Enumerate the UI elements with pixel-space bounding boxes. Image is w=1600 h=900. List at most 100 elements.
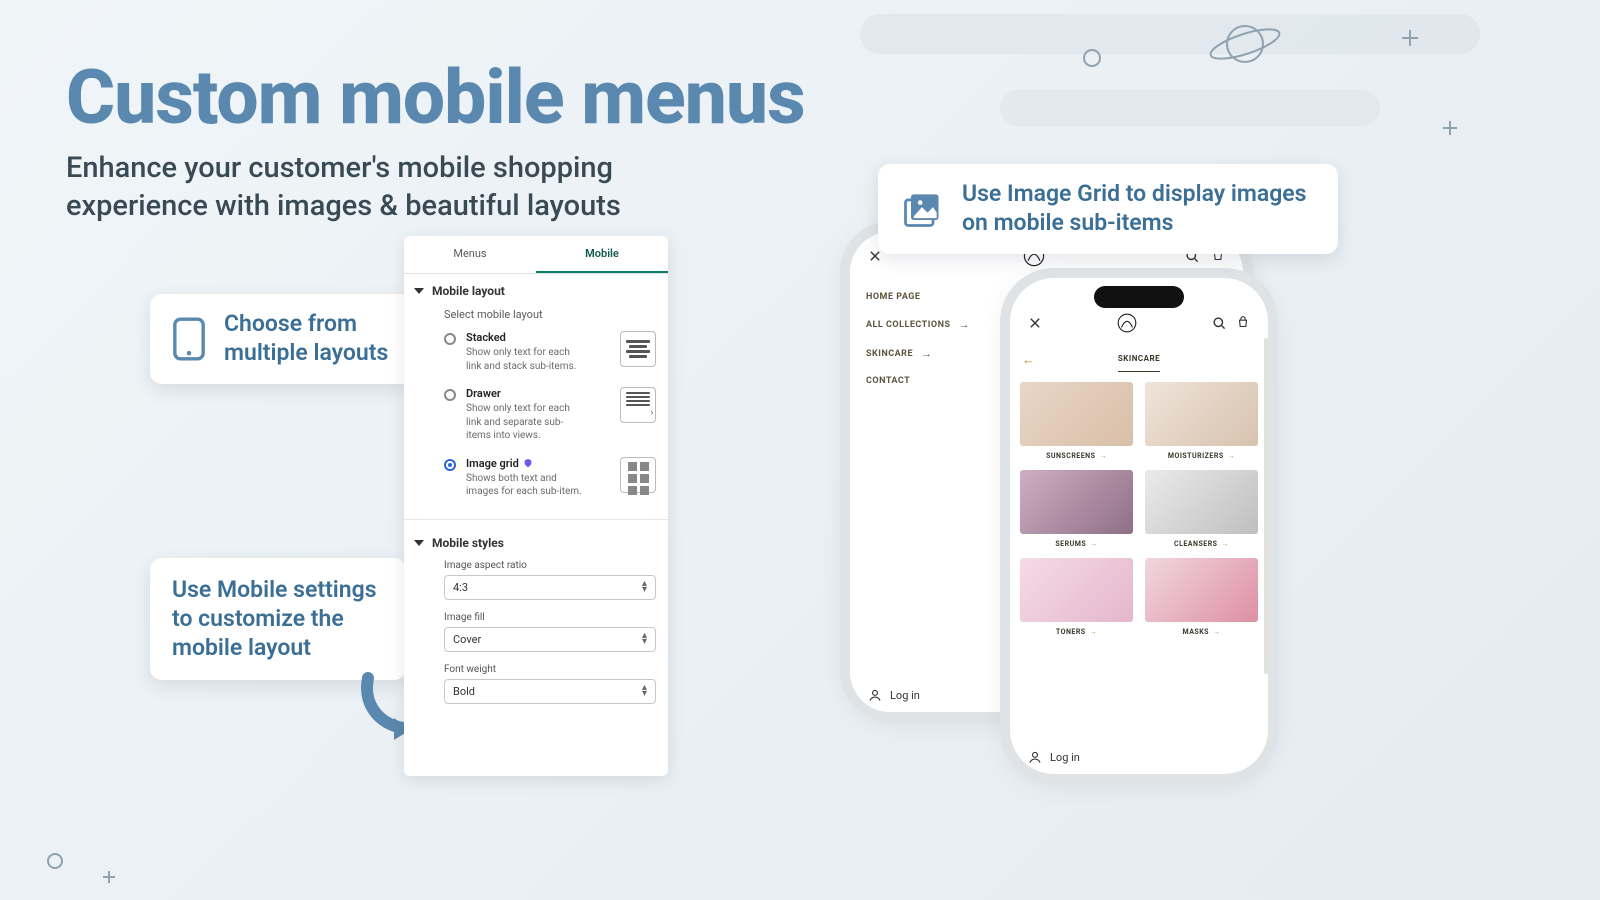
option-desc: Show only text for each link and stack s… — [466, 346, 586, 373]
product-card[interactable]: CLEANSERS→ — [1145, 470, 1258, 548]
tab-mobile[interactable]: Mobile — [536, 236, 668, 273]
page-subtitle: Enhance your customer's mobile shopping … — [66, 150, 706, 225]
sparkle-icon — [1400, 28, 1420, 48]
circle-icon — [44, 850, 66, 872]
card-image — [1145, 382, 1258, 446]
card-label: MASKS→ — [1145, 622, 1258, 636]
callout-mobile-settings: Use Mobile settings to customize the mob… — [150, 558, 406, 680]
card-image — [1145, 558, 1258, 622]
user-icon — [1028, 750, 1042, 764]
option-desc: Shows both text and images for each sub-… — [466, 472, 586, 499]
section-mobile-styles[interactable]: Mobile styles — [404, 526, 668, 556]
chevron-down-icon — [414, 288, 424, 294]
select-input[interactable]: Bold ▴▾ — [444, 679, 656, 704]
user-icon — [868, 688, 882, 702]
select-value: 4:3 — [453, 581, 468, 594]
card-label: SERUMS→ — [1020, 534, 1133, 548]
callout-choose-layouts: Choose from multiple layouts — [150, 294, 414, 384]
settings-panel: Menus Mobile Mobile layout Select mobile… — [404, 236, 668, 776]
select-layout-label: Select mobile layout — [404, 304, 668, 331]
divider — [404, 519, 668, 520]
arrow-right-icon: → — [1090, 628, 1098, 636]
arrow-right-icon: → — [921, 347, 933, 360]
callout-text: Use Image Grid to display images on mobi… — [962, 180, 1316, 238]
layout-option[interactable]: Stacked Show only text for each link and… — [404, 331, 668, 387]
section-heading: Mobile styles — [432, 536, 504, 550]
section-mobile-layout[interactable]: Mobile layout — [404, 274, 668, 304]
card-label: TONERS→ — [1020, 622, 1133, 636]
drawer-item-label: CONTACT — [866, 376, 910, 386]
card-label: SUNSCREENS→ — [1020, 446, 1133, 460]
phone-icon — [172, 316, 206, 362]
back-arrow-icon[interactable]: ← — [1022, 352, 1035, 368]
stepper-icon: ▴▾ — [642, 685, 647, 697]
chevron-down-icon — [414, 540, 424, 546]
product-card[interactable]: MASKS→ — [1145, 558, 1258, 636]
circle-icon — [1078, 44, 1106, 72]
drawer-item-label: SKINCARE — [866, 349, 913, 359]
login-link[interactable]: Log in — [1028, 750, 1080, 764]
page-title: Custom mobile menus — [66, 54, 805, 142]
product-card[interactable]: SERUMS→ — [1020, 470, 1133, 548]
select-input[interactable]: 4:3 ▴▾ — [444, 575, 656, 600]
brand-logo — [1116, 312, 1138, 334]
cart-icon[interactable] — [1236, 316, 1250, 330]
card-image — [1020, 470, 1133, 534]
sparkle-icon — [1442, 120, 1458, 136]
arrow-right-icon: → — [958, 318, 970, 331]
sparkle-icon — [102, 870, 116, 884]
card-image — [1020, 382, 1133, 446]
stepper-icon: ▴▾ — [642, 633, 647, 645]
select-value: Cover — [453, 633, 481, 646]
card-image — [1145, 470, 1258, 534]
arrow-right-icon: → — [1228, 452, 1236, 460]
layout-option[interactable]: Image grid Shows both text and images fo… — [404, 457, 668, 513]
option-title: Image grid — [466, 457, 610, 470]
arrow-right-icon: → — [1099, 452, 1107, 460]
callout-text: Use Mobile settings to customize the mob… — [172, 576, 384, 662]
section-heading: Mobile layout — [432, 284, 505, 298]
drawer-item-label: HOME PAGE — [866, 292, 920, 302]
phone-preview-image-grid: ← SKINCARE SUNSCREENS→ MOISTURIZERS→ SER… — [1010, 278, 1268, 774]
card-image — [1020, 558, 1133, 622]
arrow-right-icon: → — [1222, 540, 1230, 548]
decoration-cloud — [860, 14, 1480, 54]
option-desc: Show only text for each link and separat… — [466, 402, 586, 443]
select-value: Bold — [453, 685, 475, 698]
field-label: Font weight — [444, 664, 656, 675]
radio-icon[interactable] — [444, 333, 456, 345]
tab-menus[interactable]: Menus — [404, 236, 536, 273]
callout-image-grid: Use Image Grid to display images on mobi… — [878, 164, 1338, 254]
phone-notch — [1094, 286, 1184, 308]
product-card[interactable]: MOISTURIZERS→ — [1145, 382, 1258, 460]
close-icon[interactable] — [1028, 316, 1042, 330]
drawer-item-label: ALL COLLECTIONS — [866, 320, 950, 330]
layout-option[interactable]: Drawer Show only text for each link and … — [404, 387, 668, 457]
product-card[interactable]: TONERS→ — [1020, 558, 1133, 636]
login-label: Log in — [890, 689, 920, 702]
image-stack-icon — [900, 187, 944, 231]
select-input[interactable]: Cover ▴▾ — [444, 627, 656, 652]
stepper-icon: ▴▾ — [642, 581, 647, 593]
field-label: Image aspect ratio — [444, 560, 656, 571]
decoration-cloud — [1000, 90, 1380, 126]
option-title: Stacked — [466, 331, 610, 344]
card-label: MOISTURIZERS→ — [1145, 446, 1258, 460]
field-label: Image fill — [444, 612, 656, 623]
radio-icon[interactable] — [444, 459, 456, 471]
login-label: Log in — [1050, 751, 1080, 764]
grid-heading: SKINCARE — [1118, 346, 1160, 372]
option-title: Drawer — [466, 387, 610, 400]
card-label: CLEANSERS→ — [1145, 534, 1258, 548]
scrollbar[interactable] — [1264, 338, 1268, 674]
arrow-right-icon: → — [1213, 628, 1221, 636]
close-icon[interactable] — [868, 249, 882, 263]
pro-badge-icon — [523, 458, 533, 468]
planet-icon — [1200, 14, 1290, 74]
search-icon[interactable] — [1212, 316, 1226, 330]
arrow-right-icon: → — [1090, 540, 1098, 548]
product-card[interactable]: SUNSCREENS→ — [1020, 382, 1133, 460]
radio-icon[interactable] — [444, 389, 456, 401]
login-link[interactable]: Log in — [868, 688, 920, 702]
callout-text: Choose from multiple layouts — [224, 310, 392, 368]
